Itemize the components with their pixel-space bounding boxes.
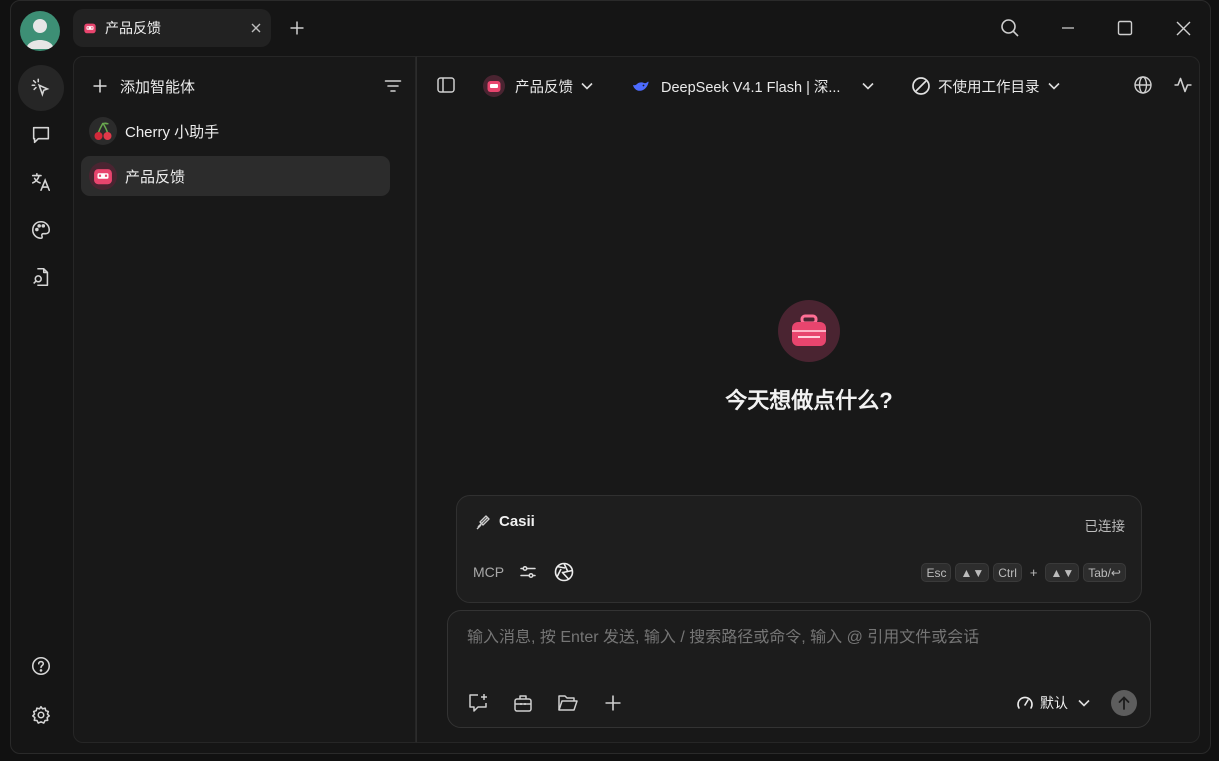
kbd-tab: Tab/↩ bbox=[1083, 563, 1126, 582]
plus-icon[interactable] bbox=[601, 691, 625, 715]
help-nav-button[interactable] bbox=[18, 643, 64, 689]
model-selector-label: DeepSeek V4.1 Flash | 深... bbox=[661, 79, 841, 96]
robot-icon bbox=[89, 162, 117, 190]
sidebar-toggle-icon bbox=[436, 75, 456, 95]
agents-nav-button[interactable] bbox=[18, 65, 64, 111]
plugin-tools: MCP bbox=[473, 562, 574, 582]
activity-button[interactable] bbox=[1171, 73, 1195, 97]
agents-sidebar: 添加智能体 Cherry 小助手 产品反馈 bbox=[73, 56, 416, 743]
help-icon bbox=[30, 655, 52, 677]
chat-nav-button[interactable] bbox=[18, 112, 64, 158]
gear-icon bbox=[30, 704, 52, 726]
kbd-esc: Esc bbox=[921, 563, 952, 582]
keyboard-shortcuts: Esc ▲▼ Ctrl + ▲▼ Tab/↩ bbox=[917, 563, 1126, 582]
plugin-name: Casii bbox=[499, 513, 535, 530]
agent-avatar-large bbox=[778, 300, 840, 362]
kbd-ctrl: Ctrl bbox=[993, 563, 1022, 582]
close-tab-icon[interactable] bbox=[251, 23, 261, 33]
kbd-arrows: ▲▼ bbox=[955, 563, 990, 582]
plus-icon[interactable] bbox=[92, 78, 108, 94]
user-avatar[interactable] bbox=[20, 11, 60, 51]
add-agent-row: 添加智能体 bbox=[92, 73, 403, 99]
kbd-arrows: ▲▼ bbox=[1045, 563, 1080, 582]
toggle-sidebar-button[interactable] bbox=[434, 73, 458, 97]
mode-selector[interactable]: 默认 bbox=[1016, 693, 1090, 713]
activity-icon bbox=[1173, 75, 1193, 95]
plugin-card-title: Casii bbox=[475, 513, 535, 530]
plugin-status: 已连接 bbox=[1084, 519, 1126, 534]
folder-open-icon[interactable] bbox=[556, 691, 580, 715]
cherry-icon bbox=[89, 117, 117, 145]
feather-icon bbox=[475, 514, 491, 530]
add-agent-button[interactable]: 添加智能体 bbox=[120, 76, 383, 97]
agent-selector[interactable]: 产品反馈 bbox=[483, 73, 593, 99]
mcp-label[interactable]: MCP bbox=[473, 564, 504, 580]
maximize-button[interactable] bbox=[1112, 15, 1138, 41]
maximize-icon bbox=[1117, 20, 1133, 36]
model-selector[interactable]: DeepSeek V4.1 Flash | 深... bbox=[631, 73, 875, 99]
agent-name: Cherry 小助手 bbox=[125, 123, 220, 141]
deepseek-whale-icon bbox=[631, 76, 651, 96]
robot-icon bbox=[83, 21, 97, 35]
chat-icon bbox=[30, 124, 52, 146]
search-button[interactable] bbox=[997, 15, 1023, 41]
chevron-down-icon bbox=[1078, 699, 1090, 707]
new-tab-button[interactable] bbox=[284, 15, 310, 41]
plus-icon bbox=[289, 20, 305, 36]
gauge-icon bbox=[1016, 694, 1034, 712]
minimize-icon bbox=[1061, 21, 1075, 35]
greeting-title: 今天想做点什么? bbox=[725, 388, 893, 413]
arrow-up-icon bbox=[1118, 696, 1130, 710]
files-nav-button[interactable] bbox=[18, 254, 64, 300]
workdir-selector-label: 不使用工作目录 bbox=[938, 79, 1040, 96]
translate-icon bbox=[30, 171, 52, 193]
tab-title: 产品反馈 bbox=[105, 20, 161, 36]
send-button[interactable] bbox=[1111, 690, 1137, 716]
agent-selector-label: 产品反馈 bbox=[515, 79, 573, 96]
aperture-icon[interactable] bbox=[554, 562, 574, 582]
close-icon bbox=[1176, 21, 1191, 36]
tab-current[interactable]: 产品反馈 bbox=[73, 9, 271, 47]
translate-nav-button[interactable] bbox=[18, 159, 64, 205]
left-rail bbox=[11, 1, 71, 753]
theme-nav-button[interactable] bbox=[18, 207, 64, 253]
message-composer: 默认 bbox=[447, 610, 1151, 728]
new-chat-icon[interactable] bbox=[466, 691, 490, 715]
globe-icon bbox=[1133, 75, 1153, 95]
chevron-down-icon bbox=[581, 82, 593, 90]
workdir-selector[interactable]: 不使用工作目录 bbox=[911, 73, 1060, 99]
plugin-card: Casii 已连接 MCP Esc ▲▼ Ctrl + ▲▼ Tab/↩ bbox=[456, 495, 1142, 603]
sparkle-cursor-icon bbox=[30, 77, 52, 99]
sliders-icon[interactable] bbox=[519, 563, 537, 581]
kbd-plus: + bbox=[1029, 565, 1038, 580]
web-search-button[interactable] bbox=[1131, 73, 1155, 97]
toolbox-icon[interactable] bbox=[511, 691, 535, 715]
chevron-down-icon bbox=[1047, 82, 1060, 90]
robot-icon bbox=[483, 75, 505, 97]
mode-label: 默认 bbox=[1040, 695, 1068, 711]
filter-icon[interactable] bbox=[383, 76, 403, 96]
agent-item-cherry[interactable]: Cherry 小助手 bbox=[81, 111, 390, 151]
search-icon bbox=[1000, 18, 1020, 38]
palette-icon bbox=[30, 219, 52, 241]
file-search-icon bbox=[30, 266, 52, 288]
message-input[interactable] bbox=[467, 629, 1117, 647]
close-window-button[interactable] bbox=[1170, 15, 1196, 41]
minimize-button[interactable] bbox=[1055, 15, 1081, 41]
settings-nav-button[interactable] bbox=[18, 692, 64, 738]
no-entry-icon bbox=[911, 76, 931, 96]
composer-toolbar bbox=[466, 691, 646, 715]
toolbox-icon bbox=[790, 314, 828, 348]
chevron-down-icon bbox=[862, 82, 875, 90]
chat-main: 产品反馈 DeepSeek V4.1 Flash | 深... 不使用工作目录 bbox=[416, 56, 1200, 743]
agent-name: 产品反馈 bbox=[125, 168, 186, 186]
app-window: 产品反馈 添加智能体 Cherry 小助手 产品反馈 产品反馈 DeepSeek… bbox=[10, 0, 1211, 754]
agent-item-product-feedback[interactable]: 产品反馈 bbox=[81, 156, 390, 196]
